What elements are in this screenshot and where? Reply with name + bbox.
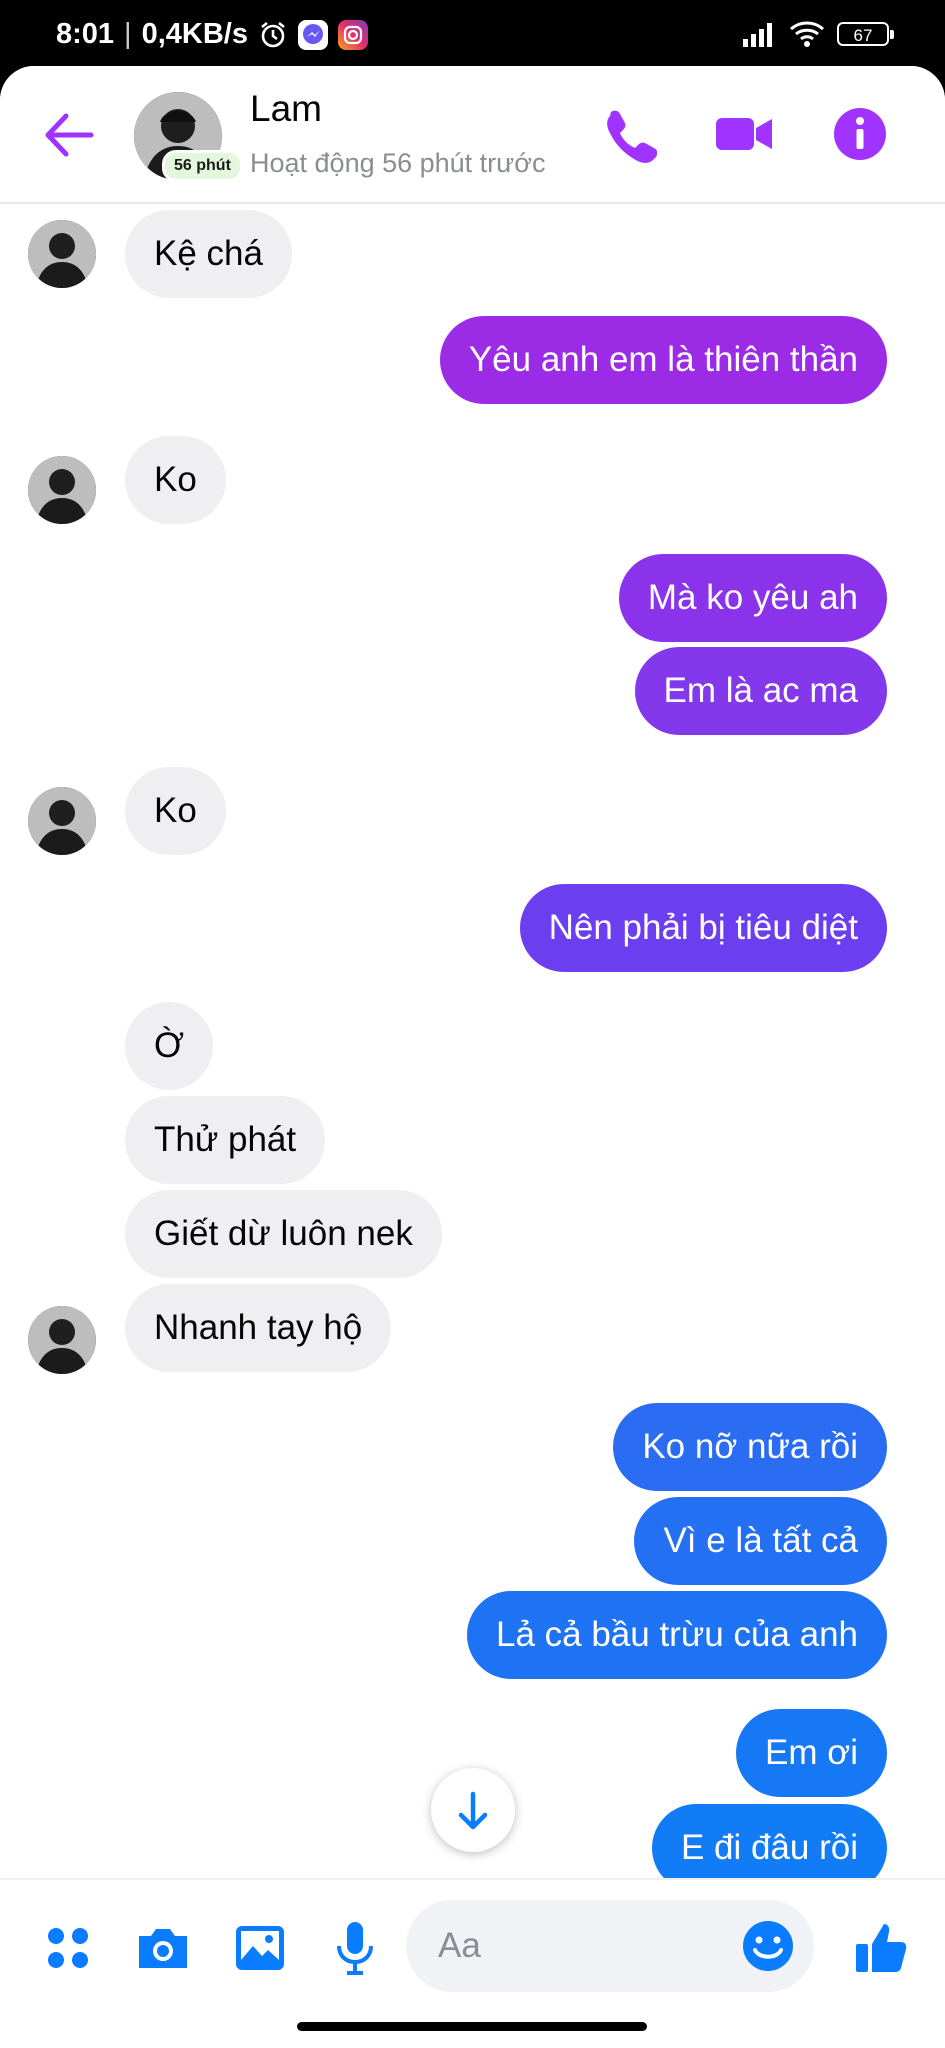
arrow-down-icon: [458, 1791, 488, 1830]
battery-level: 67: [853, 26, 873, 45]
wifi-icon: [790, 21, 824, 47]
message-bubble-sent[interactable]: Mà ko yêu ah: [618, 554, 887, 642]
phone-icon[interactable]: [597, 104, 657, 164]
status-time: 8:01: [56, 18, 115, 50]
sender-avatar[interactable]: [28, 220, 96, 288]
message-bubble-sent[interactable]: Yêu anh em là thiên thần: [439, 316, 887, 404]
message-bubble-sent[interactable]: Lả cả bầu trừu của anh: [466, 1591, 887, 1679]
menu-dots-icon[interactable]: [38, 1918, 98, 1978]
sender-avatar[interactable]: [28, 787, 96, 855]
message-bubble-received[interactable]: Thử phát: [125, 1096, 326, 1184]
message-bubble-sent[interactable]: Em là ac ma: [634, 647, 887, 735]
message-bubble-received[interactable]: Ờ: [125, 1002, 214, 1090]
sender-avatar[interactable]: [28, 456, 96, 524]
video-camera-icon[interactable]: [714, 104, 774, 164]
signal-icon: [743, 23, 772, 47]
message-bubble-sent[interactable]: Vì e là tất cả: [634, 1497, 887, 1585]
instagram-app-icon: [337, 19, 368, 50]
contact-active-status: Hoạt động 56 phút trước: [250, 148, 546, 178]
status-left: 8:01 | 0,4KB/s: [56, 18, 368, 51]
status-bar: 8:01 | 0,4KB/s 67: [0, 0, 945, 66]
thumbs-up-icon[interactable]: [852, 1918, 912, 1978]
status-right: 67: [741, 20, 894, 48]
message-bubble-received[interactable]: Ko: [125, 436, 226, 524]
message-bubble-sent[interactable]: Em ơi: [736, 1709, 887, 1797]
alarm-icon: [261, 21, 285, 47]
contact-name[interactable]: Lam: [250, 88, 322, 130]
home-indicator[interactable]: [297, 2022, 647, 2031]
message-bubble-sent[interactable]: Nên phải bị tiêu diệt: [519, 884, 887, 972]
microphone-icon[interactable]: [325, 1918, 385, 1978]
message-bubble-received[interactable]: Giết dừ luôn nek: [125, 1190, 442, 1278]
status-net-speed: 0,4KB/s: [141, 18, 248, 50]
back-arrow-icon[interactable]: [40, 110, 96, 160]
scroll-to-bottom-button[interactable]: [431, 1768, 515, 1852]
message-bubble-received[interactable]: Kệ chá: [125, 210, 292, 298]
info-icon[interactable]: [830, 104, 890, 164]
chat-header: 56 phút Lam Hoạt động 56 phút trước: [0, 66, 945, 204]
emoji-icon[interactable]: [740, 1918, 796, 1974]
battery-icon: 67: [837, 22, 894, 46]
messenger-chat-screen: 56 phút Lam Hoạt động 56 phút trước Kệ c…: [0, 66, 945, 2048]
message-bubble-received[interactable]: Ko: [125, 767, 226, 855]
active-time-badge: 56 phút: [162, 150, 243, 182]
messenger-app-icon: [297, 19, 328, 50]
camera-icon[interactable]: [133, 1918, 193, 1978]
message-bubble-sent[interactable]: Ko nỡ nữa rồi: [613, 1403, 887, 1491]
sender-avatar[interactable]: [28, 1306, 96, 1374]
message-bubble-received[interactable]: Nhanh tay hộ: [125, 1284, 392, 1372]
message-composer: [0, 1878, 945, 2048]
image-icon[interactable]: [230, 1918, 290, 1978]
status-divider: |: [124, 18, 132, 50]
